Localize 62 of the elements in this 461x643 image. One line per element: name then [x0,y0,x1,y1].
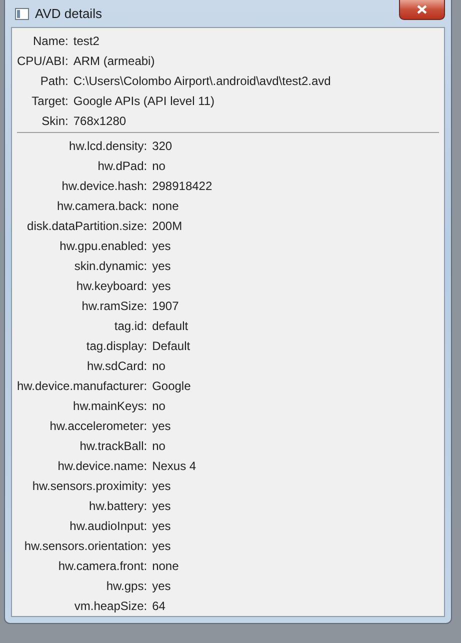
property-label: tag.display: [85,339,148,353]
property-value: yes [152,279,172,293]
window-title: AVD details [35,6,102,21]
property-value: 320 [152,139,174,153]
property-value: no [152,399,166,413]
property-value: none [152,559,180,573]
field-value: 768x1280 [73,114,128,128]
property-value: yes [152,259,172,273]
property-label: hw.accelerometer: [48,419,148,433]
property-label: hw.device.hash: [60,179,148,193]
property-value: yes [152,539,172,553]
property-value: 200M [152,219,184,233]
property-label: hw.camera.front: [57,559,148,573]
property-label: hw.gps: [105,579,148,593]
property-value: yes [152,579,172,593]
property-label: hw.trackBall: [78,439,148,453]
property-value: yes [152,239,172,253]
property-value: 1907 [152,299,180,313]
property-label: hw.mainKeys: [72,399,148,413]
property-label: hw.sdCard: [86,359,148,373]
property-label: hw.lcd.density: [68,139,148,153]
field-value: Google APIs (API level 11) [73,94,216,108]
property-label: hw.device.name: [56,459,148,473]
property-value: no [152,439,166,453]
field-label: Target: [30,94,68,108]
field-value: test2 [73,34,100,48]
property-value: none [152,199,180,213]
property-label: hw.device.manufacturer: [17,379,148,393]
property-label: hw.keyboard: [75,279,148,293]
property-label: hw.dPad: [96,159,148,173]
property-value: no [152,359,166,373]
field-label: Name: [32,34,68,48]
property-label: skin.dynamic: [73,259,148,273]
close-button[interactable] [399,0,445,20]
field-label: Path: [39,74,68,88]
property-value: yes [152,419,172,433]
property-label: hw.gpu.enabled: [58,239,148,253]
property-label: hw.audioInput: [68,519,148,533]
property-label: hw.sensors.proximity: [31,479,148,493]
window-icon [15,8,29,20]
property-label: hw.battery: [88,499,148,513]
property-value: 298918422 [152,179,214,193]
field-label: Skin: [40,114,68,128]
property-label: hw.sensors.orientation: [23,539,148,553]
property-value: yes [152,519,172,533]
field-value: ARM (armeabi) [73,54,156,68]
field-value: C:\Users\Colombo Airport\.android\avd\test2.avd [73,74,332,88]
property-value: Google [152,379,192,393]
close-icon [417,5,427,14]
property-value: Default [152,339,192,353]
property-value: 64 [152,599,166,613]
property-label: hw.camera.back: [56,199,148,213]
property-value: Nexus 4 [152,459,198,473]
property-value: default [152,319,190,333]
property-label: disk.dataPartition.size: [26,219,148,233]
field-label: CPU/ABI: [17,54,68,68]
property-value: no [152,159,166,173]
property-label: tag.id: [113,319,148,333]
property-label: vm.heapSize: [73,599,148,613]
property-value: yes [152,499,172,513]
property-label: hw.ramSize: [80,299,148,313]
property-value: yes [152,479,172,493]
